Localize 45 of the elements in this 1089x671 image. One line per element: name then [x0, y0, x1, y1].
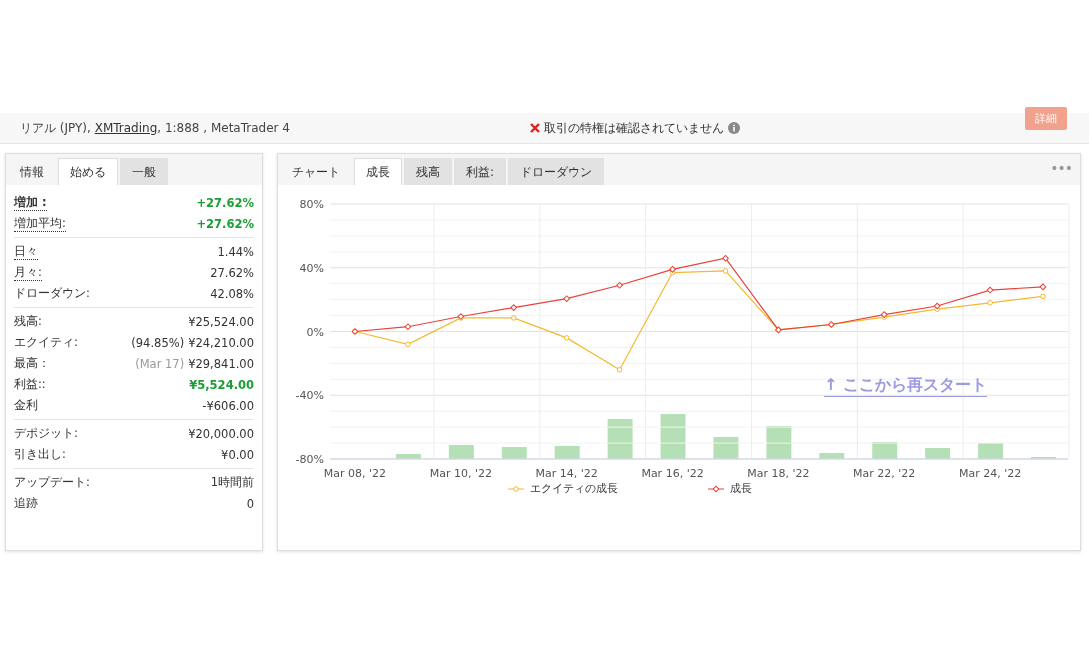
stat-label: 残高: [14, 314, 42, 329]
axis-label: Mar 22, '22 [853, 467, 916, 480]
axis-label: 80% [299, 198, 324, 211]
stat-value: ¥20,000.00 [188, 426, 254, 441]
axis-label: 40% [299, 261, 324, 275]
stat-label: 月々: [14, 264, 42, 281]
axis-label: Mar 08, '22 [323, 467, 387, 480]
axis-label: Mar 14, '22 [535, 467, 598, 480]
stat-value: ¥25,524.00 [188, 314, 254, 329]
stat-label: エクイティ: [14, 335, 78, 350]
warning-text: 取引の特権は確認されていません [544, 119, 724, 137]
stat-value: ¥5,524.00 [189, 377, 254, 392]
axis-label: -40% [295, 389, 324, 403]
stat-value: ¥24,210.00 [188, 335, 254, 350]
stat-label: ドローダウン: [14, 286, 90, 301]
stat-label: 追跡 [14, 496, 38, 511]
axis-label: Mar 18, '22 [747, 467, 810, 480]
axis-label: Mar 10, '22 [429, 467, 492, 480]
axis-label: Mar 16, '22 [641, 467, 704, 480]
stat-note: (Mar 17) [135, 356, 185, 371]
annotation-text: ↑ ここから再スタート [824, 375, 987, 397]
stat-value: +27.62% [196, 216, 254, 231]
stat-label: 利益:: [14, 377, 46, 392]
stat-note: (94.85%) [131, 335, 185, 350]
stat-value: 27.62% [210, 265, 254, 280]
stat-label: デポジット: [14, 426, 78, 441]
stat-value: +27.62% [196, 195, 254, 210]
axis-label: 0% [306, 325, 324, 339]
stat-value: -¥606.00 [202, 398, 254, 413]
stat-value: 1.44% [217, 244, 254, 259]
stat-value: 0 [246, 496, 254, 511]
stat-label: 増加平均: [14, 215, 66, 232]
stat-label: 日々 [14, 243, 38, 260]
stat-label: 増加 : [14, 194, 47, 211]
stat-value: 1時間前 [210, 475, 254, 489]
stat-label: 引き出し: [14, 447, 66, 462]
axis-label: Mar 24, '22 [958, 467, 1022, 480]
stat-value: 42.08% [210, 286, 254, 301]
stat-label: 金利 [14, 398, 38, 413]
axis-label: -80% [295, 453, 324, 466]
account-info: リアル (JPY), XMTrading, 1:888 , MetaTrader 4 [20, 119, 290, 137]
stat-label: 最高： [14, 356, 50, 371]
stat-value: ¥0.00 [221, 447, 254, 462]
stat-value: ¥29,841.00 [188, 356, 254, 371]
stat-label: アップデート: [14, 475, 90, 490]
